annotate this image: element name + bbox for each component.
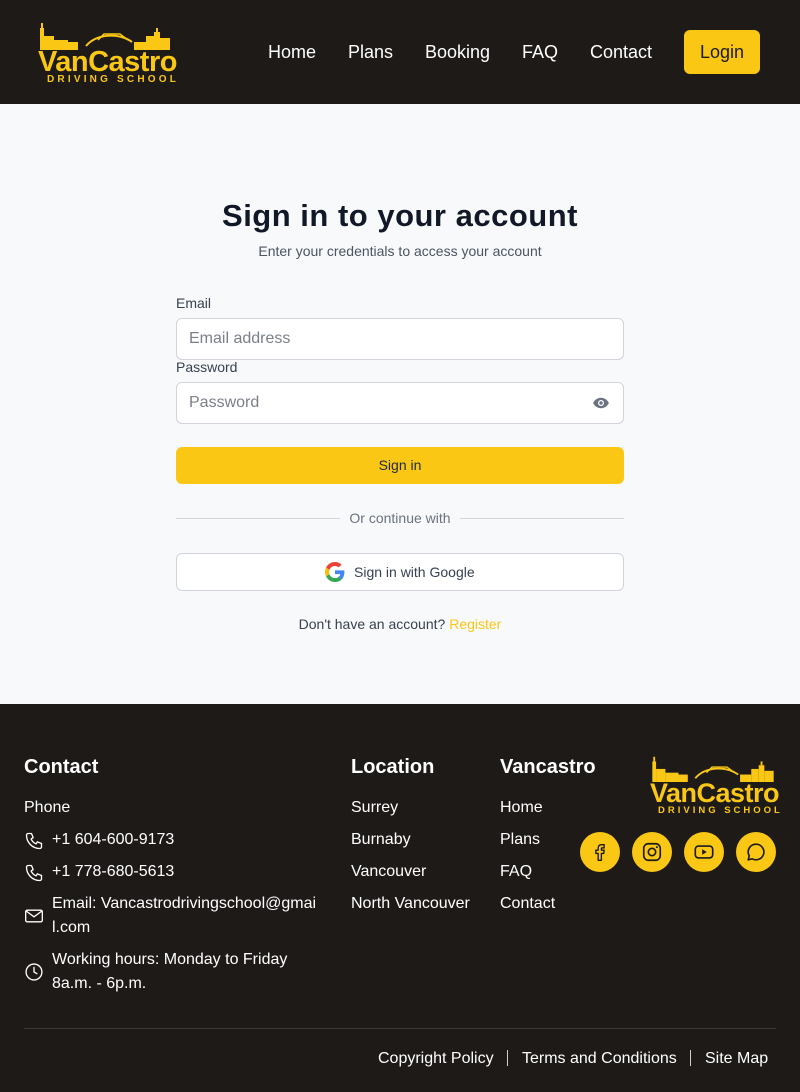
password-label: Password bbox=[176, 359, 238, 375]
footer-separator bbox=[507, 1050, 508, 1066]
login-button[interactable]: Login bbox=[684, 30, 760, 74]
password-field[interactable] bbox=[189, 383, 589, 423]
chat-icon bbox=[747, 843, 765, 861]
footer-link-plans[interactable]: Plans bbox=[500, 828, 540, 852]
footer-hours-line1: Working hours: Monday to Friday bbox=[52, 951, 288, 968]
header-logo[interactable]: VanCastro DRIVING SCHOOL bbox=[38, 20, 177, 86]
footer-divider bbox=[24, 1028, 776, 1029]
facebook-button[interactable] bbox=[580, 832, 620, 872]
footer-logo[interactable]: VanCastro DRIVING SCHOOL bbox=[650, 754, 780, 818]
password-field-wrapper bbox=[176, 382, 624, 424]
footer-location-vancouver[interactable]: Vancouver bbox=[351, 860, 426, 884]
divider-left bbox=[176, 518, 340, 519]
logo-tagline: DRIVING SCHOOL bbox=[47, 74, 180, 85]
instagram-button[interactable] bbox=[632, 832, 672, 872]
youtube-button[interactable] bbox=[684, 832, 724, 872]
google-signin-button[interactable]: Sign in with Google bbox=[176, 553, 624, 591]
nav-faq[interactable]: FAQ bbox=[522, 41, 558, 63]
site-map-link[interactable]: Site Map bbox=[705, 1050, 768, 1068]
site-header: VanCastro DRIVING SCHOOL Home Plans Book… bbox=[0, 0, 800, 104]
nav-booking[interactable]: Booking bbox=[425, 41, 490, 63]
footer-location-burnaby[interactable]: Burnaby bbox=[351, 828, 411, 852]
footer-phone-2[interactable]: +1 778-680-5613 bbox=[52, 860, 174, 884]
footer-email-line2[interactable]: l.com bbox=[52, 916, 90, 940]
eye-icon[interactable] bbox=[591, 394, 611, 412]
nav-contact[interactable]: Contact bbox=[590, 41, 652, 63]
footer-logo-tagline: DRIVING SCHOOL bbox=[658, 805, 783, 816]
copyright-policy-link[interactable]: Copyright Policy bbox=[378, 1050, 494, 1068]
footer-link-contact[interactable]: Contact bbox=[500, 892, 555, 916]
footer-email-line1[interactable]: Email: Vancastrodrivingschool@gmai bbox=[52, 892, 316, 916]
footer-link-home[interactable]: Home bbox=[500, 796, 543, 820]
nav-plans[interactable]: Plans bbox=[348, 41, 393, 63]
google-signin-label: Sign in with Google bbox=[354, 564, 475, 580]
facebook-icon bbox=[595, 843, 605, 861]
register-link[interactable]: Register bbox=[449, 616, 501, 632]
terms-link[interactable]: Terms and Conditions bbox=[522, 1050, 677, 1068]
footer-link-faq[interactable]: FAQ bbox=[500, 860, 532, 884]
signin-button[interactable]: Sign in bbox=[176, 447, 624, 484]
email-label: Email bbox=[176, 295, 212, 311]
footer-location-heading: Location bbox=[351, 756, 435, 778]
footer-contact-heading: Contact bbox=[24, 756, 99, 778]
footer-location-north-vancouver[interactable]: North Vancouver bbox=[351, 892, 470, 916]
phone-icon bbox=[25, 864, 43, 882]
footer-vancastro-heading: Vancastro bbox=[500, 756, 596, 778]
email-field-wrapper bbox=[176, 318, 624, 360]
footer-phone-1[interactable]: +1 604-600-9173 bbox=[52, 828, 174, 852]
signin-section: Sign in to your account Enter your crede… bbox=[0, 104, 800, 704]
footer-separator bbox=[690, 1050, 691, 1066]
register-row: Don't have an account? Register bbox=[0, 616, 800, 632]
page-subtitle: Enter your credentials to access your ac… bbox=[258, 243, 542, 259]
youtube-icon bbox=[694, 845, 714, 859]
divider-right bbox=[460, 518, 624, 519]
google-icon bbox=[325, 562, 345, 582]
footer-phone-label: Phone bbox=[24, 799, 71, 816]
mail-icon bbox=[25, 909, 43, 923]
instagram-icon bbox=[642, 842, 662, 862]
chat-button[interactable] bbox=[736, 832, 776, 872]
footer-location-surrey[interactable]: Surrey bbox=[351, 796, 398, 820]
nav-home[interactable]: Home bbox=[268, 41, 316, 63]
page-title: Sign in to your account bbox=[222, 198, 578, 233]
divider-text: Or continue with bbox=[349, 510, 451, 526]
phone-icon bbox=[25, 832, 43, 850]
footer-hours-line2: 8a.m. - 6p.m. bbox=[52, 975, 147, 992]
site-footer: Contact Phone +1 604-600-9173 +1 778-680… bbox=[0, 704, 800, 1092]
email-field[interactable] bbox=[189, 319, 589, 359]
clock-icon bbox=[25, 963, 43, 981]
register-prompt: Don't have an account? bbox=[298, 616, 446, 632]
